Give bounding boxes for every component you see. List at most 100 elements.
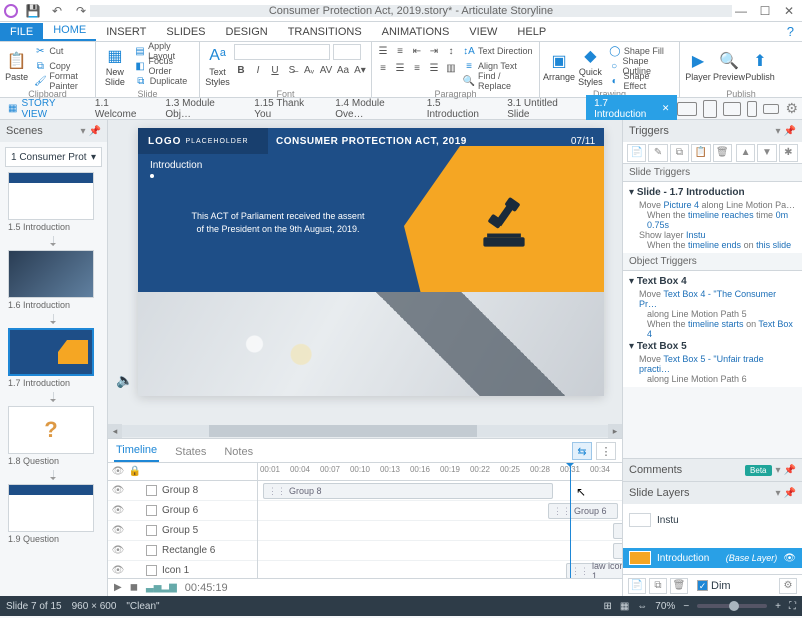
- collapse-icon[interactable]: ▾: [776, 126, 781, 137]
- columns-button[interactable]: ▥: [444, 61, 458, 75]
- eye-header-icon[interactable]: 👁: [112, 466, 124, 478]
- layer-settings-button[interactable]: ⚙: [779, 578, 797, 594]
- maximize-button[interactable]: ☐: [756, 2, 774, 20]
- close-button[interactable]: ✕: [780, 2, 798, 20]
- speaker-icon[interactable]: 🔈: [116, 372, 133, 389]
- doc-tab[interactable]: 1.4 Module Ove…: [327, 95, 418, 123]
- indent-right-button[interactable]: ⇥: [427, 44, 441, 58]
- publish-button[interactable]: ⬆Publish: [746, 44, 774, 88]
- tab-timeline[interactable]: Timeline: [114, 440, 159, 462]
- trigger-group[interactable]: ▾ Slide - 1.7 Introduction: [629, 185, 796, 200]
- underline-button[interactable]: U: [268, 63, 282, 77]
- grid-icon[interactable]: ▦: [620, 601, 629, 612]
- tab-states[interactable]: States: [173, 442, 208, 462]
- eye-icon[interactable]: 👁: [112, 525, 124, 537]
- font-family-select[interactable]: [234, 44, 330, 60]
- tab-animations[interactable]: ANIMATIONS: [372, 23, 460, 41]
- scroll-right-button[interactable]: ▸: [608, 424, 622, 438]
- indent-left-button[interactable]: ⇤: [410, 44, 424, 58]
- eye-icon[interactable]: 👁: [112, 505, 124, 517]
- timeline-bar[interactable]: ⋮R: [613, 543, 622, 559]
- trigger-item[interactable]: Move Text Box 5 - "Unfair trade practi…: [629, 354, 796, 374]
- fit-icon[interactable]: ⊞: [603, 601, 611, 612]
- timeline-tool-a[interactable]: ⇆: [572, 442, 592, 460]
- bold-button[interactable]: B: [234, 63, 248, 77]
- eye-icon[interactable]: 👁: [112, 485, 124, 497]
- numbering-button[interactable]: ≡: [393, 44, 407, 58]
- tab-design[interactable]: DESIGN: [216, 23, 278, 41]
- arrange-button[interactable]: ▣Arrange: [544, 44, 574, 88]
- lock-header-icon[interactable]: 🔒: [129, 466, 141, 478]
- undo-icon[interactable]: ↶: [48, 2, 66, 20]
- tab-transitions[interactable]: TRANSITIONS: [278, 23, 372, 41]
- quick-styles-button[interactable]: ◆Quick Styles: [577, 44, 604, 88]
- slide-thumb[interactable]: 1.5 Introduction: [8, 172, 94, 232]
- italic-button[interactable]: I: [251, 63, 265, 77]
- timeline-row[interactable]: 👁Rectangle 6: [108, 541, 257, 561]
- format-painter-button[interactable]: 🖌Format Painter: [32, 74, 91, 88]
- tab-help[interactable]: HELP: [507, 23, 556, 41]
- font-size-select[interactable]: [333, 44, 361, 60]
- scroll-left-button[interactable]: ◂: [108, 424, 122, 438]
- tab-file[interactable]: FILE: [0, 23, 43, 41]
- move-up-button[interactable]: ▲: [736, 144, 755, 162]
- delete-layer-button[interactable]: 🗑: [670, 578, 688, 594]
- device-tablet-landscape-icon[interactable]: [723, 102, 741, 116]
- timeline-bar[interactable]: ⋮⋮Group 6: [548, 503, 618, 519]
- bullets-button[interactable]: ☰: [376, 44, 390, 58]
- save-icon[interactable]: 💾: [24, 2, 42, 20]
- scene-dropdown[interactable]: 1 Consumer Prot▾: [5, 147, 102, 167]
- doc-tab[interactable]: 1.1 Welcome: [87, 95, 158, 123]
- device-phone-portrait-icon[interactable]: [747, 101, 757, 117]
- trigger-link[interactable]: timeline reaches: [688, 210, 754, 220]
- play-button[interactable]: ▶: [114, 582, 122, 593]
- player-button[interactable]: ▶Player: [684, 44, 712, 88]
- eye-icon[interactable]: 👁: [112, 565, 124, 577]
- pin-icon[interactable]: 📌: [89, 126, 101, 137]
- stop-button[interactable]: ◼: [130, 582, 138, 593]
- trigger-link[interactable]: timeline ends: [688, 240, 741, 250]
- trigger-link[interactable]: timeline starts: [688, 319, 744, 329]
- horizontal-scrollbar[interactable]: ◂ ▸: [108, 424, 622, 438]
- find-replace-button[interactable]: 🔍Find / Replace: [461, 74, 535, 88]
- align-left-button[interactable]: ≡: [376, 61, 390, 75]
- redo-icon[interactable]: ↷: [72, 2, 90, 20]
- text-direction-button[interactable]: ↕AText Direction: [461, 44, 535, 58]
- duplicate-button[interactable]: ⧉Duplicate: [133, 74, 195, 88]
- eye-icon[interactable]: 👁: [783, 553, 796, 564]
- device-phone-landscape-icon[interactable]: [763, 104, 779, 114]
- slide-thumb[interactable]: ?1.8 Question: [8, 406, 94, 466]
- row-checkbox[interactable]: [146, 525, 157, 536]
- tab-notes[interactable]: Notes: [222, 442, 255, 462]
- dim-checkbox[interactable]: ✓: [697, 580, 708, 591]
- shadow-button[interactable]: Aᵥ: [302, 63, 316, 77]
- pin-icon[interactable]: 📌: [784, 488, 796, 499]
- move-down-button[interactable]: ▼: [757, 144, 776, 162]
- collapse-icon[interactable]: ▾: [776, 465, 781, 476]
- slide-thumb[interactable]: 1.6 Introduction: [8, 250, 94, 310]
- line-spacing-button[interactable]: ↕: [444, 44, 458, 58]
- timeline-tool-b[interactable]: ⋮: [596, 442, 616, 460]
- pin-icon[interactable]: 📌: [784, 465, 796, 476]
- case-button[interactable]: Aa: [336, 63, 350, 77]
- justify-button[interactable]: ☰: [427, 61, 441, 75]
- new-trigger-button[interactable]: 📄: [627, 144, 646, 162]
- doc-tab[interactable]: 1.3 Module Obj…: [157, 95, 246, 123]
- timeline-row[interactable]: 👁Icon 1: [108, 561, 257, 578]
- delete-trigger-button[interactable]: 🗑: [713, 144, 732, 162]
- timeline-bar[interactable]: ⋮⋮law icon 1: [566, 563, 622, 578]
- row-checkbox[interactable]: [146, 505, 157, 516]
- trigger-link[interactable]: Instu: [686, 230, 706, 240]
- kerning-button[interactable]: AV: [319, 63, 333, 77]
- fit-width-icon[interactable]: ⇔: [637, 601, 647, 612]
- timeline-row[interactable]: 👁Group 5: [108, 521, 257, 541]
- edit-trigger-button[interactable]: ✎: [648, 144, 667, 162]
- align-center-button[interactable]: ☰: [393, 61, 407, 75]
- layer-row-base[interactable]: Introduction(Base Layer)👁: [623, 548, 802, 568]
- timeline-row[interactable]: 👁Group 8: [108, 481, 257, 501]
- paste-button[interactable]: 📋Paste: [4, 44, 29, 88]
- timeline-bar[interactable]: ⋮G: [613, 523, 622, 539]
- new-layer-button[interactable]: 📄: [628, 578, 646, 594]
- trigger-link[interactable]: Picture 4: [664, 200, 700, 210]
- slide-thumb-active[interactable]: 1.7 Introduction: [8, 328, 94, 388]
